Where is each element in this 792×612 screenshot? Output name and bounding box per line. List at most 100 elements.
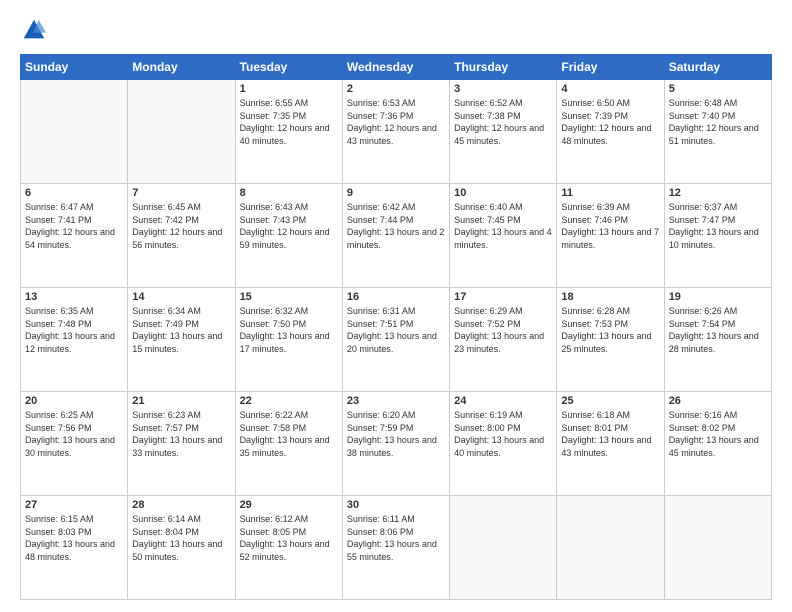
day-info: Sunrise: 6:28 AM Sunset: 7:53 PM Dayligh… [561,305,659,355]
day-info: Sunrise: 6:22 AM Sunset: 7:58 PM Dayligh… [240,409,338,459]
day-number: 29 [240,499,338,511]
day-number: 9 [347,187,445,199]
calendar-cell: 7 Sunrise: 6:45 AM Sunset: 7:42 PM Daylig… [128,184,235,288]
calendar-cell: 24 Sunrise: 6:19 AM Sunset: 8:00 PM Dayli… [450,392,557,496]
calendar-cell: 1 Sunrise: 6:55 AM Sunset: 7:35 PM Daylig… [235,80,342,184]
day-number: 7 [132,187,230,199]
day-info: Sunrise: 6:47 AM Sunset: 7:41 PM Dayligh… [25,201,123,251]
day-number: 19 [669,291,767,303]
calendar-cell: 5 Sunrise: 6:48 AM Sunset: 7:40 PM Daylig… [664,80,771,184]
calendar-cell: 4 Sunrise: 6:50 AM Sunset: 7:39 PM Daylig… [557,80,664,184]
calendar-cell: 26 Sunrise: 6:16 AM Sunset: 8:02 PM Dayli… [664,392,771,496]
weekday-header-friday: Friday [557,55,664,80]
day-number: 16 [347,291,445,303]
day-info: Sunrise: 6:42 AM Sunset: 7:44 PM Dayligh… [347,201,445,251]
calendar-cell: 20 Sunrise: 6:25 AM Sunset: 7:56 PM Dayli… [21,392,128,496]
calendar-cell: 11 Sunrise: 6:39 AM Sunset: 7:46 PM Dayli… [557,184,664,288]
week-row-2: 6 Sunrise: 6:47 AM Sunset: 7:41 PM Daylig… [21,184,772,288]
day-info: Sunrise: 6:34 AM Sunset: 7:49 PM Dayligh… [132,305,230,355]
calendar-cell: 21 Sunrise: 6:23 AM Sunset: 7:57 PM Dayli… [128,392,235,496]
calendar-cell: 15 Sunrise: 6:32 AM Sunset: 7:50 PM Dayli… [235,288,342,392]
header [20,16,772,44]
day-number: 20 [25,395,123,407]
day-number: 14 [132,291,230,303]
day-info: Sunrise: 6:26 AM Sunset: 7:54 PM Dayligh… [669,305,767,355]
day-info: Sunrise: 6:11 AM Sunset: 8:06 PM Dayligh… [347,513,445,563]
day-info: Sunrise: 6:16 AM Sunset: 8:02 PM Dayligh… [669,409,767,459]
week-row-5: 27 Sunrise: 6:15 AM Sunset: 8:03 PM Dayli… [21,496,772,600]
day-number: 26 [669,395,767,407]
week-row-1: 1 Sunrise: 6:55 AM Sunset: 7:35 PM Daylig… [21,80,772,184]
calendar-cell [21,80,128,184]
logo [20,16,52,44]
calendar: SundayMondayTuesdayWednesdayThursdayFrid… [20,54,772,600]
calendar-cell: 10 Sunrise: 6:40 AM Sunset: 7:45 PM Dayli… [450,184,557,288]
day-number: 23 [347,395,445,407]
day-number: 28 [132,499,230,511]
calendar-cell: 6 Sunrise: 6:47 AM Sunset: 7:41 PM Daylig… [21,184,128,288]
weekday-header-saturday: Saturday [664,55,771,80]
day-info: Sunrise: 6:32 AM Sunset: 7:50 PM Dayligh… [240,305,338,355]
day-info: Sunrise: 6:53 AM Sunset: 7:36 PM Dayligh… [347,97,445,147]
day-number: 30 [347,499,445,511]
day-info: Sunrise: 6:15 AM Sunset: 8:03 PM Dayligh… [25,513,123,563]
day-info: Sunrise: 6:48 AM Sunset: 7:40 PM Dayligh… [669,97,767,147]
day-number: 11 [561,187,659,199]
calendar-cell: 25 Sunrise: 6:18 AM Sunset: 8:01 PM Dayli… [557,392,664,496]
day-number: 24 [454,395,552,407]
day-info: Sunrise: 6:23 AM Sunset: 7:57 PM Dayligh… [132,409,230,459]
week-row-3: 13 Sunrise: 6:35 AM Sunset: 7:48 PM Dayli… [21,288,772,392]
day-number: 22 [240,395,338,407]
weekday-header-monday: Monday [128,55,235,80]
day-number: 4 [561,83,659,95]
day-number: 17 [454,291,552,303]
day-info: Sunrise: 6:45 AM Sunset: 7:42 PM Dayligh… [132,201,230,251]
calendar-cell: 23 Sunrise: 6:20 AM Sunset: 7:59 PM Dayli… [342,392,449,496]
weekday-header-sunday: Sunday [21,55,128,80]
day-number: 12 [669,187,767,199]
day-number: 6 [25,187,123,199]
calendar-cell: 13 Sunrise: 6:35 AM Sunset: 7:48 PM Dayli… [21,288,128,392]
day-info: Sunrise: 6:19 AM Sunset: 8:00 PM Dayligh… [454,409,552,459]
weekday-header-thursday: Thursday [450,55,557,80]
page: SundayMondayTuesdayWednesdayThursdayFrid… [0,0,792,612]
day-info: Sunrise: 6:55 AM Sunset: 7:35 PM Dayligh… [240,97,338,147]
logo-icon [20,16,48,44]
day-number: 5 [669,83,767,95]
day-info: Sunrise: 6:50 AM Sunset: 7:39 PM Dayligh… [561,97,659,147]
day-number: 8 [240,187,338,199]
day-number: 18 [561,291,659,303]
calendar-cell: 9 Sunrise: 6:42 AM Sunset: 7:44 PM Daylig… [342,184,449,288]
calendar-cell: 12Sunrise: 6:37 AM Sunset: 7:47 PM Dayli… [664,184,771,288]
calendar-cell: 19 Sunrise: 6:26 AM Sunset: 7:54 PM Dayli… [664,288,771,392]
day-number: 1 [240,83,338,95]
day-info: Sunrise: 6:14 AM Sunset: 8:04 PM Dayligh… [132,513,230,563]
calendar-cell [664,496,771,600]
calendar-cell [128,80,235,184]
calendar-cell: 2 Sunrise: 6:53 AM Sunset: 7:36 PM Daylig… [342,80,449,184]
day-number: 21 [132,395,230,407]
calendar-cell [557,496,664,600]
day-info: Sunrise: 6:39 AM Sunset: 7:46 PM Dayligh… [561,201,659,251]
day-info: Sunrise: 6:40 AM Sunset: 7:45 PM Dayligh… [454,201,552,251]
calendar-cell: 3Sunrise: 6:52 AM Sunset: 7:38 PM Daylig… [450,80,557,184]
calendar-cell: 28 Sunrise: 6:14 AM Sunset: 8:04 PM Dayli… [128,496,235,600]
calendar-cell: 22 Sunrise: 6:22 AM Sunset: 7:58 PM Dayli… [235,392,342,496]
day-number: 10 [454,187,552,199]
calendar-cell: 27 Sunrise: 6:15 AM Sunset: 8:03 PM Dayli… [21,496,128,600]
calendar-cell: 18 Sunrise: 6:28 AM Sunset: 7:53 PM Dayli… [557,288,664,392]
day-info: Sunrise: 6:25 AM Sunset: 7:56 PM Dayligh… [25,409,123,459]
day-info: Sunrise: 6:20 AM Sunset: 7:59 PM Dayligh… [347,409,445,459]
day-number: 15 [240,291,338,303]
day-number: 27 [25,499,123,511]
day-number: 2 [347,83,445,95]
calendar-cell: 29Sunrise: 6:12 AM Sunset: 8:05 PM Dayli… [235,496,342,600]
calendar-cell: 14 Sunrise: 6:34 AM Sunset: 7:49 PM Dayli… [128,288,235,392]
day-info: Sunrise: 6:35 AM Sunset: 7:48 PM Dayligh… [25,305,123,355]
week-row-4: 20 Sunrise: 6:25 AM Sunset: 7:56 PM Dayli… [21,392,772,496]
day-number: 3 [454,83,552,95]
weekday-header-wednesday: Wednesday [342,55,449,80]
day-number: 25 [561,395,659,407]
day-number: 13 [25,291,123,303]
day-info: Sunrise: 6:18 AM Sunset: 8:01 PM Dayligh… [561,409,659,459]
